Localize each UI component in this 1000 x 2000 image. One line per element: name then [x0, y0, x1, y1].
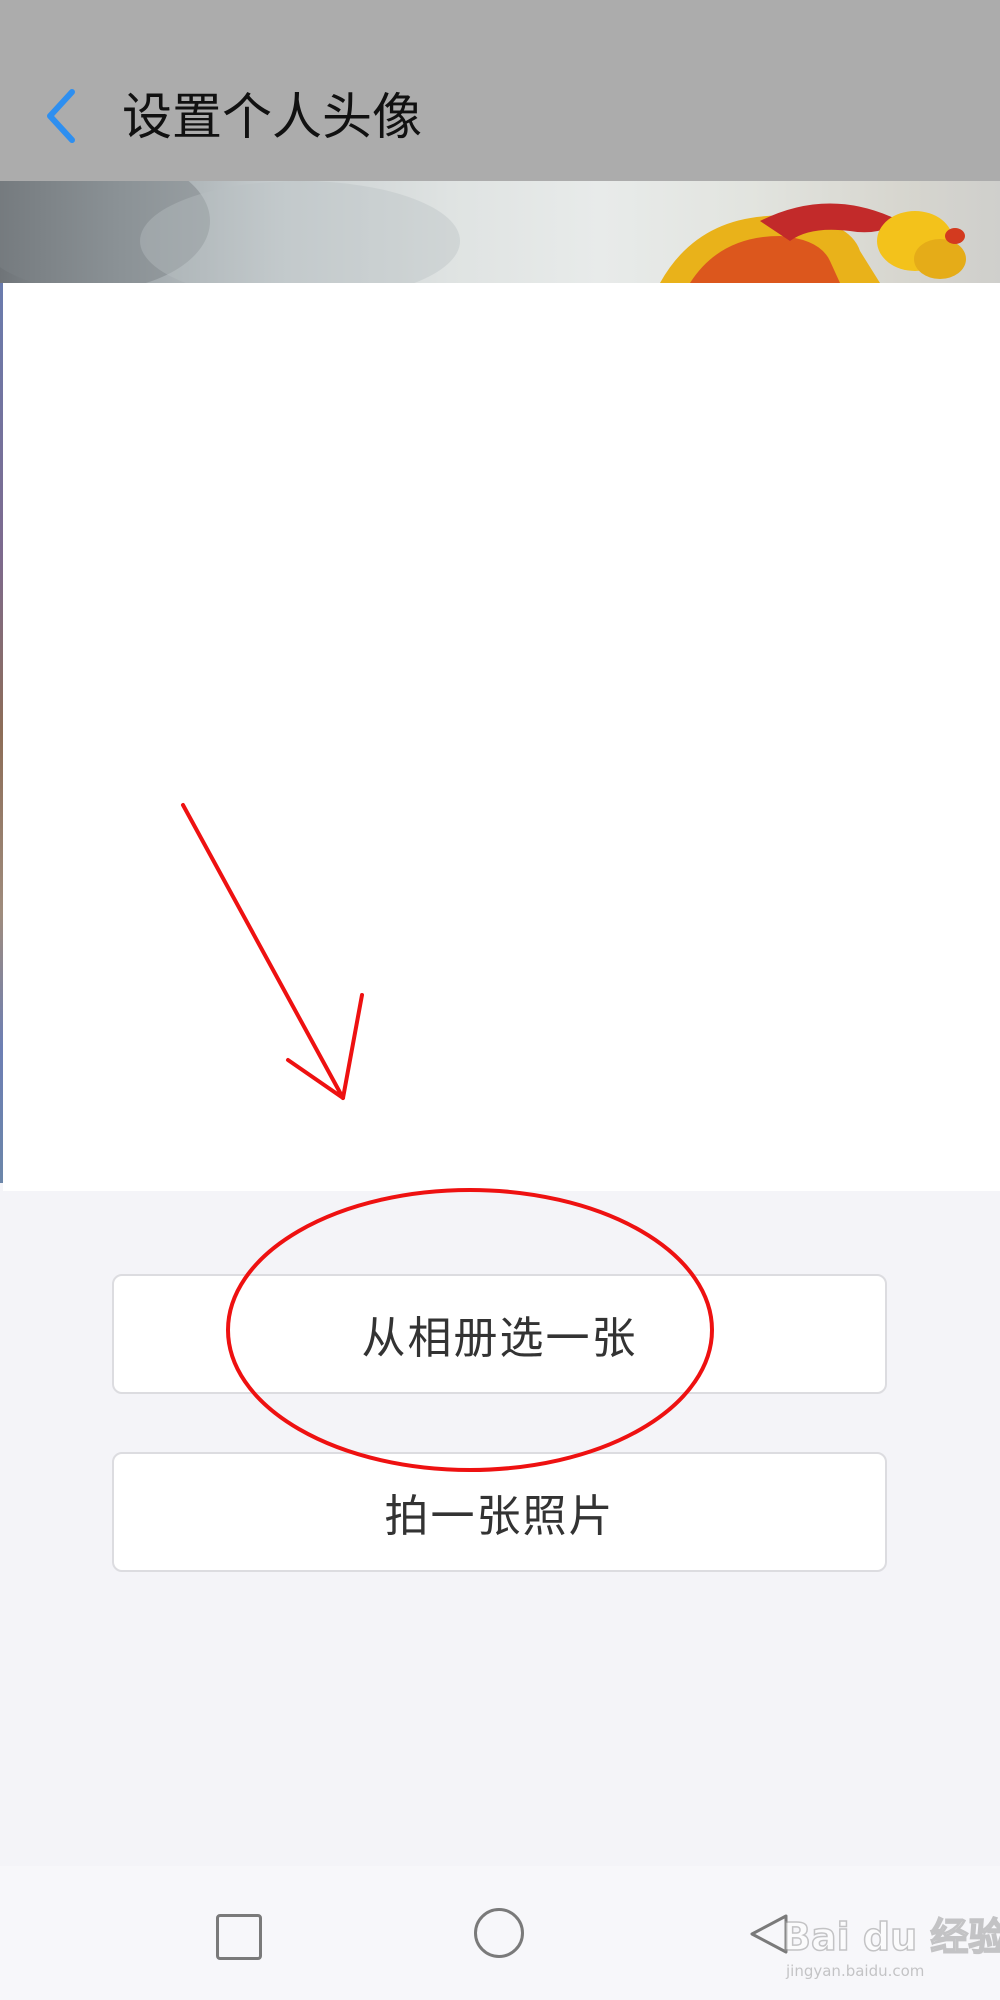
baidu-watermark: Bai du 经验 jingyan.baidu.com — [770, 1900, 1000, 1990]
take-photo-button[interactable]: 拍一张照片 — [112, 1452, 887, 1572]
take-photo-label: 拍一张照片 — [384, 1491, 615, 1542]
choose-from-album-button[interactable]: 从相册选一张 — [112, 1274, 887, 1394]
circle-icon[interactable] — [474, 1908, 524, 1958]
page-title: 设置个人头像 — [122, 88, 422, 146]
watermark-brand: Bai du 经验 — [781, 1914, 1000, 1960]
watermark-url: jingyan.baidu.com — [786, 1962, 925, 1980]
avatar-photo-strip — [0, 181, 1000, 283]
chevron-left-icon — [47, 89, 75, 143]
back-button[interactable] — [30, 78, 90, 154]
square-icon[interactable] — [216, 1914, 262, 1960]
choose-from-album-label: 从相册选一张 — [361, 1313, 638, 1364]
app-header: 设置个人头像 — [0, 0, 1000, 181]
photo-decoration — [0, 181, 966, 283]
avatar-preview-area — [3, 283, 1000, 1191]
